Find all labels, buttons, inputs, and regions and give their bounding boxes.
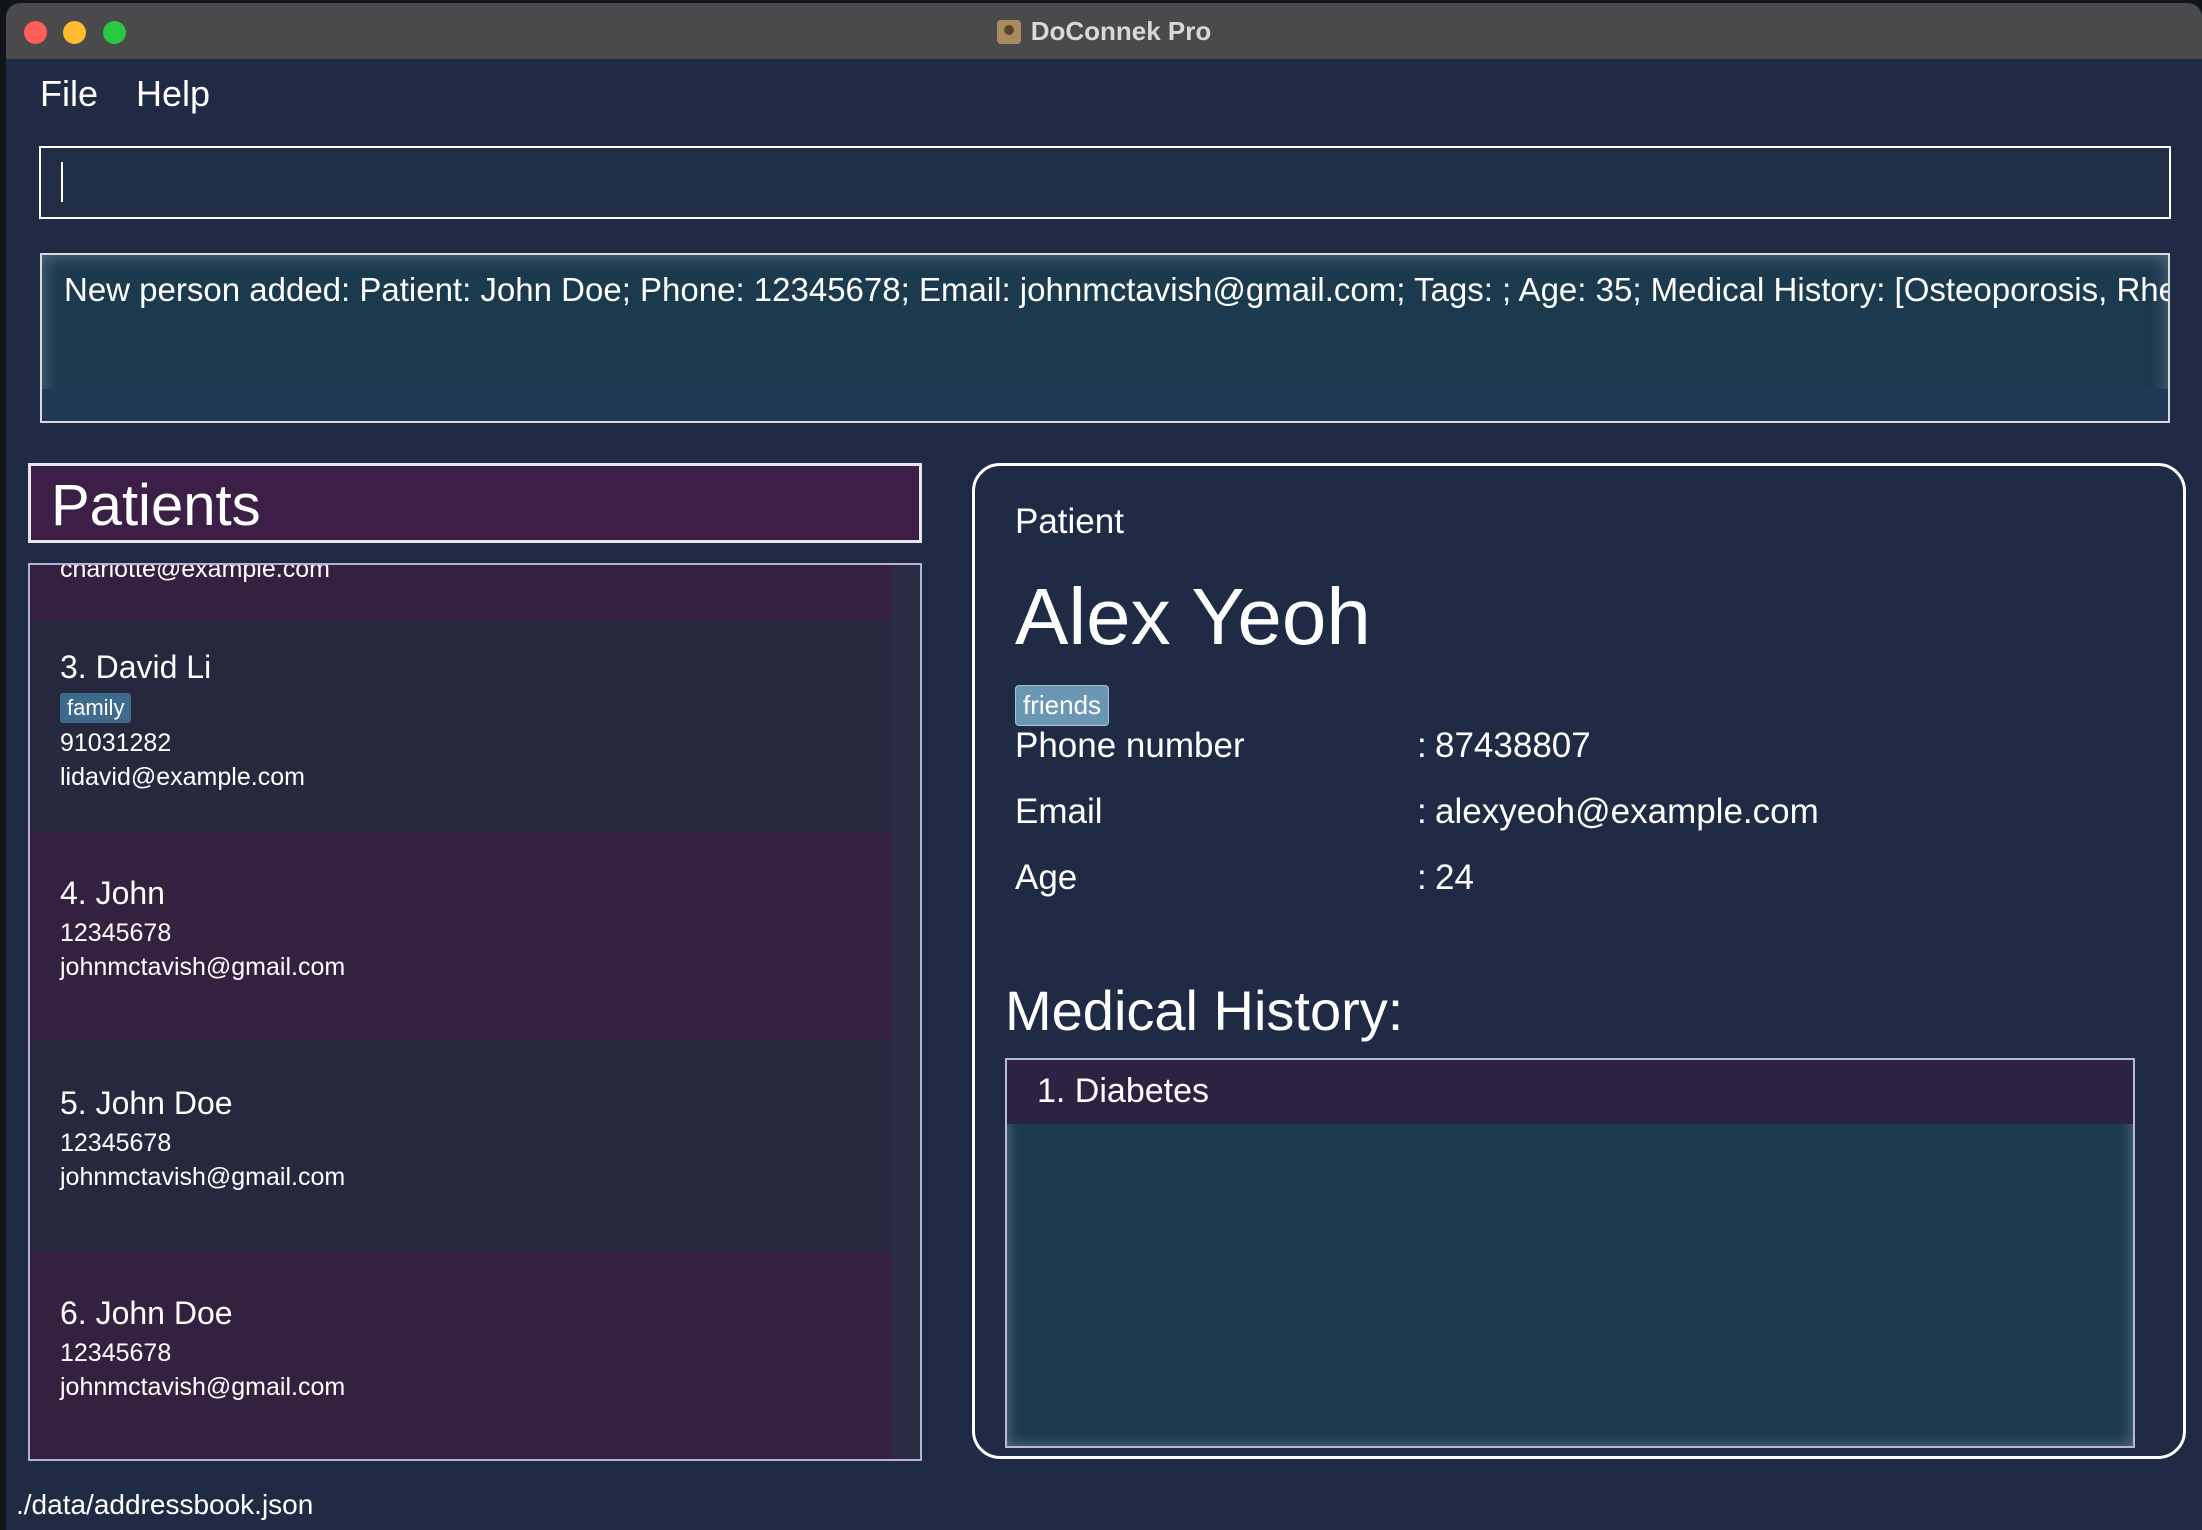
email-value: alexyeoh@example.com bbox=[1435, 792, 1819, 831]
status-bar-path: ./data/addressbook.json bbox=[16, 1489, 314, 1520]
phone-label: Phone number bbox=[1015, 726, 1245, 765]
patient-name: 5. John Doe bbox=[60, 1085, 233, 1121]
patient-email: johnmctavish@gmail.com bbox=[60, 953, 346, 981]
patient-email: johnmctavish@gmail.com bbox=[60, 1163, 346, 1191]
app-window: DoConnek Pro File Help New person added:… bbox=[6, 3, 2202, 1530]
medical-history-heading: Medical History: bbox=[1005, 979, 1404, 1042]
field-separator: : bbox=[1417, 726, 1427, 765]
patient-list-scrollbar[interactable] bbox=[892, 565, 920, 1459]
age-value: 24 bbox=[1435, 858, 1474, 897]
medical-history-text: 1. Diabetes bbox=[1037, 1072, 1209, 1110]
menu-help[interactable]: Help bbox=[116, 69, 228, 119]
title-bar: DoConnek Pro bbox=[6, 3, 2202, 60]
patient-email: charlotte@example.com bbox=[60, 563, 330, 583]
phone-value: 87438807 bbox=[1435, 726, 1591, 765]
window-title: DoConnek Pro bbox=[1030, 16, 1212, 46]
result-message: New person added: Patient: John Doe; Pho… bbox=[64, 271, 2170, 308]
command-input[interactable] bbox=[39, 146, 2171, 219]
age-label: Age bbox=[1015, 858, 1078, 897]
field-separator: : bbox=[1417, 858, 1427, 897]
patient-phone: 91031282 bbox=[60, 729, 172, 757]
patient-email: johnmctavish@gmail.com bbox=[60, 1373, 346, 1401]
patient-name: 3. David Li bbox=[60, 649, 212, 685]
result-scrollbar[interactable] bbox=[42, 389, 2168, 421]
result-display: New person added: Patient: John Doe; Pho… bbox=[40, 253, 2170, 423]
patient-card-partial[interactable]: charlotte@example.com bbox=[30, 563, 894, 621]
field-separator: : bbox=[1417, 792, 1427, 831]
patients-heading: Patients bbox=[51, 473, 261, 538]
patient-tag: family bbox=[60, 693, 132, 723]
medical-history-list[interactable]: 1. Diabetes bbox=[1005, 1058, 2135, 1448]
detail-tag: friends bbox=[1015, 685, 1110, 726]
patient-detail-panel: Patient Alex Yeoh friends Phone number :… bbox=[972, 463, 2186, 1459]
app-icon bbox=[996, 19, 1021, 44]
patient-list[interactable]: charlotte@example.com 3. David Li family… bbox=[28, 563, 922, 1461]
patient-phone: 12345678 bbox=[60, 919, 172, 947]
text-caret bbox=[61, 162, 63, 202]
patient-email: lidavid@example.com bbox=[60, 763, 305, 791]
medical-history-item[interactable]: 1. Diabetes bbox=[1007, 1060, 2133, 1124]
detail-kind: Patient bbox=[1015, 502, 1124, 541]
menu-bar: File Help bbox=[6, 69, 228, 119]
patient-card[interactable]: 5. John Doe 12345678 johnmctavish@gmail.… bbox=[30, 1041, 894, 1251]
patient-phone: 12345678 bbox=[60, 1339, 172, 1367]
email-label: Email bbox=[1015, 792, 1103, 831]
patient-card[interactable]: 6. John Doe 12345678 johnmctavish@gmail.… bbox=[30, 1251, 894, 1459]
patient-name: 6. John Doe bbox=[60, 1295, 233, 1331]
menu-file[interactable]: File bbox=[6, 69, 116, 119]
patient-phone: 12345678 bbox=[60, 1129, 172, 1157]
patient-card[interactable]: 4. John 12345678 johnmctavish@gmail.com bbox=[30, 831, 894, 1041]
patient-card[interactable]: 3. David Li family 91031282 lidavid@exam… bbox=[30, 621, 894, 831]
patients-header: Patients bbox=[28, 463, 922, 543]
patient-name: 4. John bbox=[60, 875, 165, 911]
detail-name: Alex Yeoh bbox=[1015, 572, 1371, 661]
